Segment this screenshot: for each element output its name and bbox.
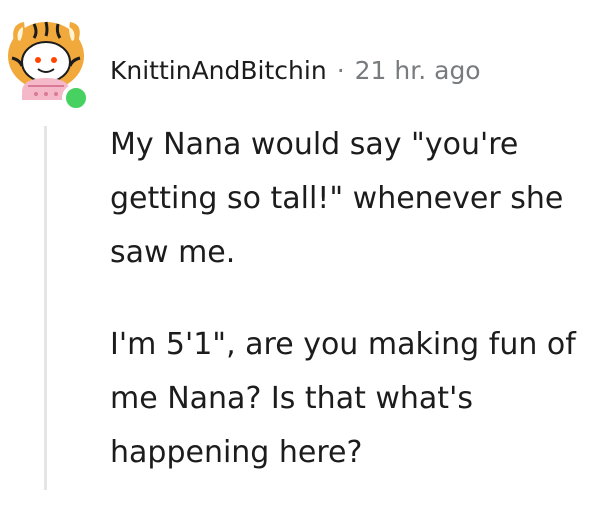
thread-line[interactable]: [44, 126, 47, 490]
online-status-dot: [62, 84, 90, 112]
comment-meta: KnittinAndBitchin · 21 hr. ago: [110, 50, 481, 90]
avatar[interactable]: [4, 12, 90, 112]
author-link[interactable]: KnittinAndBitchin: [110, 56, 327, 85]
comment-paragraph: I'm 5'1", are you making fun of me Nana?…: [110, 327, 576, 470]
comment: KnittinAndBitchin · 21 hr. ago My Nana w…: [0, 0, 599, 490]
comment-body: My Nana would say "you're getting so tal…: [110, 118, 580, 518]
comment-timestamp[interactable]: 21 hr. ago: [355, 56, 481, 85]
comment-paragraph: My Nana would say "you're getting so tal…: [110, 127, 564, 270]
meta-separator: ·: [336, 55, 345, 85]
